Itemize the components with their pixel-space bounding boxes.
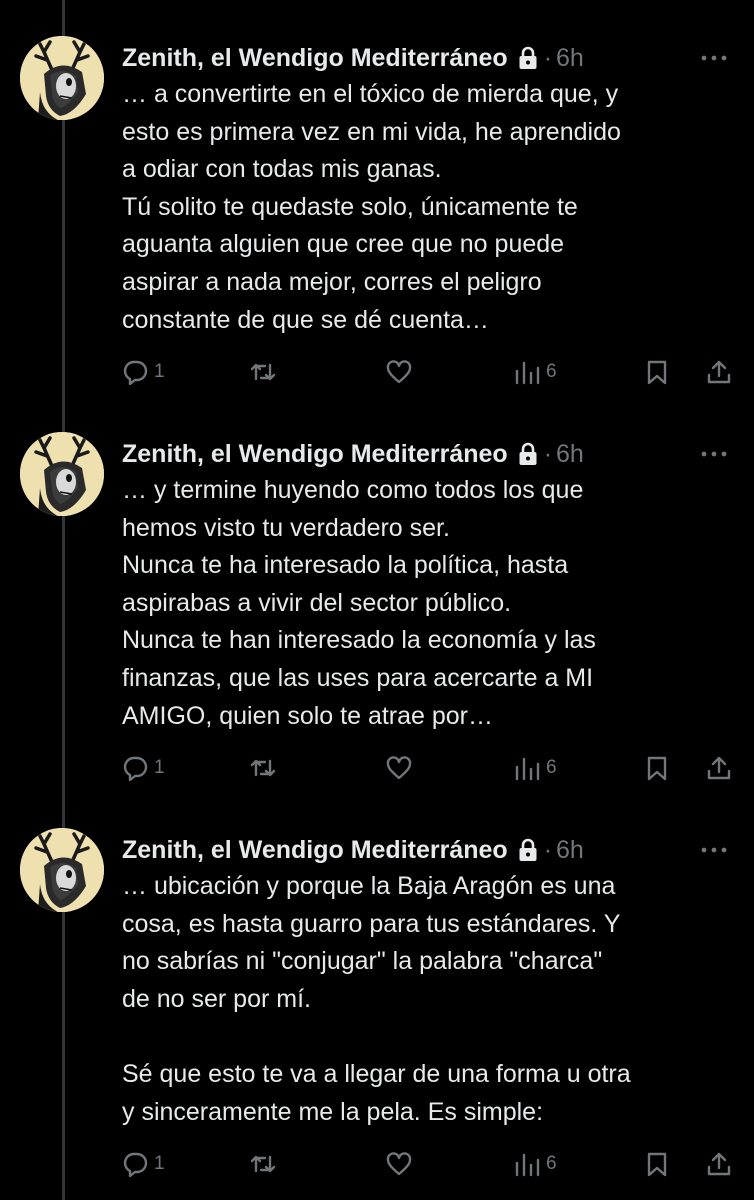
lock-icon [518,46,538,70]
more-icon[interactable] [694,436,734,472]
reply-count: 1 [154,757,165,778]
share-button[interactable] [706,1146,732,1182]
tweet-text-line: Tú solito te quedaste solo, únicamente t… [122,192,578,221]
timestamp[interactable]: 6h [556,836,584,865]
share-button[interactable] [706,354,732,390]
avatar[interactable] [20,828,104,912]
heart-icon [386,1151,412,1177]
more-icon[interactable] [694,40,734,76]
tweet-text-line: esto es primera vez en mi vida, he apren… [122,117,621,146]
retweet-button[interactable] [250,750,276,786]
reply-icon [122,1151,148,1177]
bookmark-icon [644,1151,670,1177]
tweet-text-line: AMIGO, quien solo te atrae por… [122,701,494,730]
more-icon[interactable] [694,832,734,868]
timestamp[interactable]: 6h [556,44,584,73]
views-count: 6 [546,1153,557,1174]
retweet-icon [250,1151,276,1177]
tweet-actions: 1 6 [0,750,754,786]
retweet-button[interactable] [250,354,276,390]
heart-icon [386,359,412,385]
retweet-button[interactable] [250,1146,276,1182]
tweet-actions: 1 6 [0,1146,754,1182]
like-button[interactable] [386,354,412,390]
bookmark-button[interactable] [644,1146,670,1182]
tweet-text-line: a odiar con todas mis ganas. [122,155,442,184]
views-button[interactable]: 6 [514,750,557,786]
tweet-text-line: aspirar a nada mejor, corres el peligro [122,267,542,296]
tweet-header: Zenith, el Wendigo Mediterráneo · 6h [122,832,734,868]
tweet-text-line: constante de que se dé cuenta… [122,305,489,334]
separator-dot: · [543,43,553,72]
tweet-text-line: de no ser por mí. [122,984,311,1013]
like-button[interactable] [386,1146,412,1182]
lock-icon [518,838,538,862]
thread-line [62,0,65,1200]
retweet-icon [250,755,276,781]
tweet-text-line [122,1018,732,1056]
bookmark-button[interactable] [644,354,670,390]
bookmark-icon [644,755,670,781]
tweet-header: Zenith, el Wendigo Mediterráneo · 6h [122,436,734,472]
reply-icon [122,359,148,385]
tweet-text-line: cosa, es hasta guarro para tus estándare… [122,909,621,938]
tweet-text-line: finanzas, que las uses para acercarte a … [122,663,594,692]
share-icon [706,359,732,385]
views-button[interactable]: 6 [514,1146,557,1182]
tweet-text-line: … a convertirte en el tóxico de mierda q… [122,80,619,108]
tweet-actions: 1 6 [0,354,754,390]
author-name[interactable]: Zenith, el Wendigo Mediterráneo [122,44,508,73]
share-icon [706,1151,732,1177]
like-button[interactable] [386,750,412,786]
reply-icon [122,755,148,781]
separator-dot: · [543,439,553,468]
tweet-text: … ubicación y porque la Baja Aragón es u… [122,868,732,1131]
tweet-text-line: … y termine huyendo como todos los que [122,476,584,504]
author-name[interactable]: Zenith, el Wendigo Mediterráneo [122,440,508,469]
views-count: 6 [546,361,557,382]
views-chart-icon [514,359,540,385]
tweet-text-line: no sabrías ni "conjugar" la palabra "cha… [122,947,603,976]
avatar[interactable] [20,432,104,516]
reply-button[interactable]: 1 [122,750,165,786]
bookmark-button[interactable] [644,750,670,786]
tweet-text-line: Nunca te han interesado la economía y la… [122,626,596,655]
reply-count: 1 [154,1153,165,1174]
share-icon [706,755,732,781]
tweet-text-line: aguanta alguien que cree que no puede [122,230,565,259]
tweet-text-line: … ubicación y porque la Baja Aragón es u… [122,872,616,900]
views-chart-icon [514,1151,540,1177]
tweet-text-line: Nunca te ha interesado la política, hast… [122,551,569,580]
separator-dot: · [543,835,553,864]
views-button[interactable]: 6 [514,354,557,390]
tweet-text-line: hemos visto tu verdadero ser. [122,513,450,542]
avatar[interactable] [20,36,104,120]
reply-button[interactable]: 1 [122,1146,165,1182]
tweet-text: … a convertirte en el tóxico de mierda q… [122,76,732,339]
retweet-icon [250,359,276,385]
timestamp[interactable]: 6h [556,440,584,469]
reply-button[interactable]: 1 [122,354,165,390]
views-chart-icon [514,755,540,781]
reply-count: 1 [154,361,165,382]
tweet-header: Zenith, el Wendigo Mediterráneo · 6h [122,40,734,76]
tweet-text-line: Sé que esto te va a llegar de una forma … [122,1059,631,1088]
tweet-text: … y termine huyendo como todos los que he… [122,472,732,735]
heart-icon [386,755,412,781]
author-name[interactable]: Zenith, el Wendigo Mediterráneo [122,836,508,865]
lock-icon [518,442,538,466]
share-button[interactable] [706,750,732,786]
tweet-text-line: y sinceramente me la pela. Es simple: [122,1097,544,1126]
bookmark-icon [644,359,670,385]
views-count: 6 [546,757,557,778]
tweet-text-line: aspirabas a vivir del sector público. [122,588,512,617]
